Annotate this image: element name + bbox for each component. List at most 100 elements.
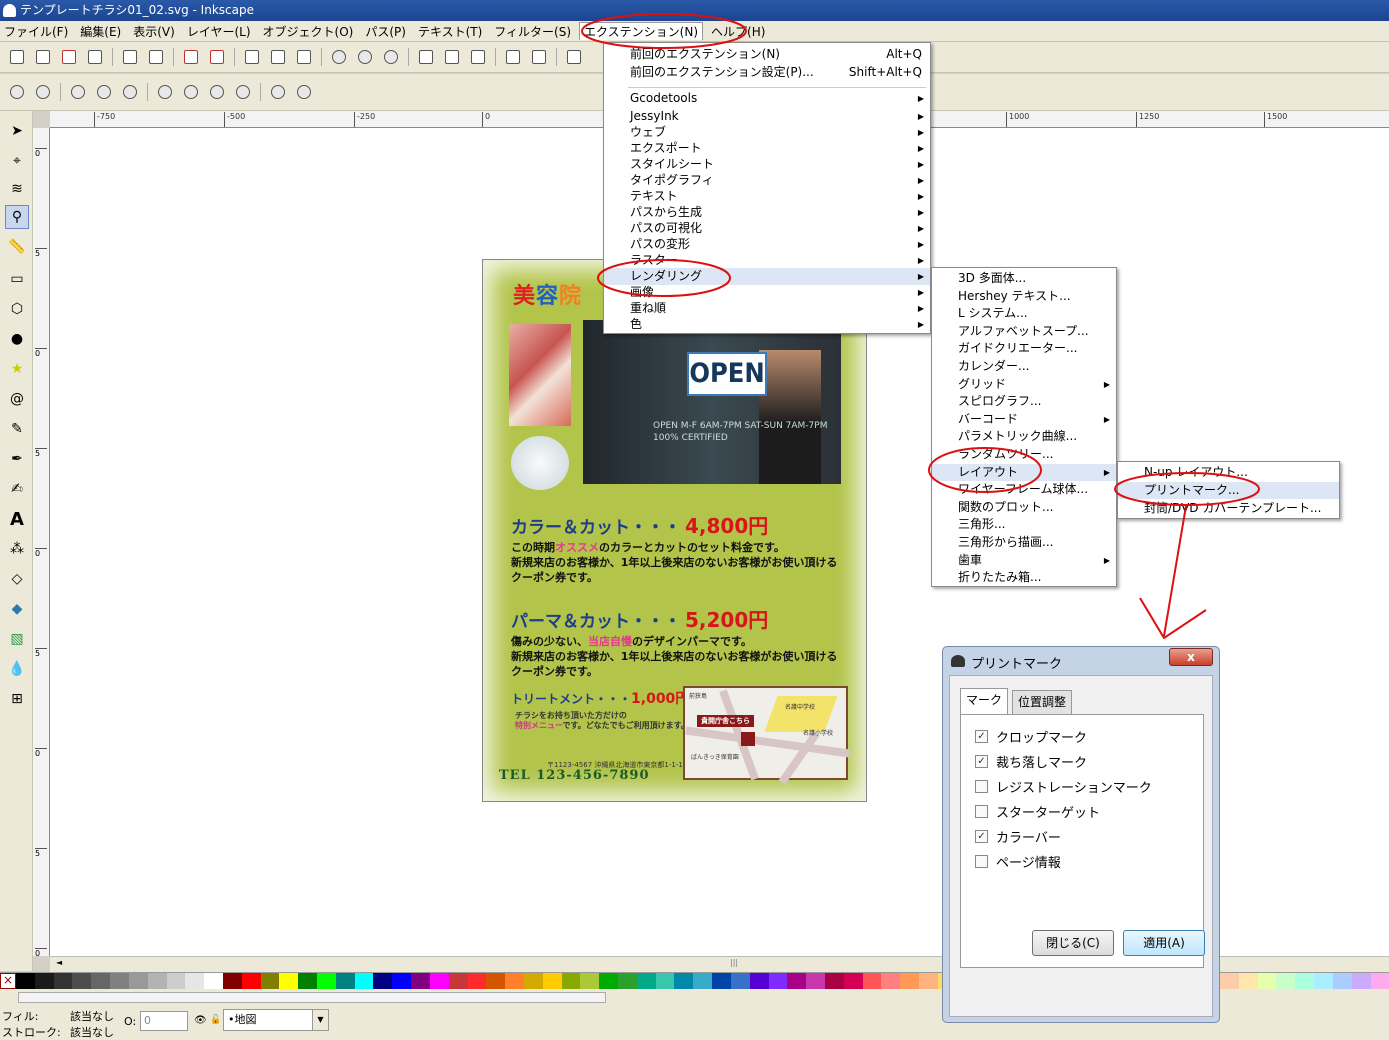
checkbox-empty-icon[interactable]: [975, 780, 988, 793]
menu-0[interactable]: ファイル(F): [0, 23, 72, 40]
color-swatch[interactable]: [147, 973, 167, 989]
menu-item[interactable]: スタイルシート ▶: [604, 156, 930, 173]
color-swatch[interactable]: [523, 973, 543, 989]
color-swatch[interactable]: [204, 973, 223, 989]
color-swatch[interactable]: [16, 973, 35, 989]
color-swatch[interactable]: [354, 973, 374, 989]
paste-icon[interactable]: [294, 47, 314, 67]
clone-icon[interactable]: [442, 47, 462, 67]
unlink-clone-icon[interactable]: [468, 47, 488, 67]
color-swatch[interactable]: [505, 973, 524, 989]
menu-8[interactable]: エクステンション(N): [579, 22, 704, 40]
measure-tool-icon[interactable]: 📏: [5, 235, 29, 259]
menu-item[interactable]: パスの変形 ▶: [604, 236, 930, 253]
menu-item[interactable]: ガイドクリエーター...: [932, 340, 1116, 357]
zoom-selection-icon[interactable]: [155, 82, 175, 102]
checkbox-checked-icon[interactable]: ✓: [975, 830, 988, 843]
menu-item[interactable]: タイポグラフィ ▶: [604, 172, 930, 189]
color-swatch[interactable]: [166, 973, 186, 989]
color-swatch[interactable]: [373, 973, 393, 989]
color-swatch[interactable]: [618, 973, 637, 989]
pencil-tool-icon[interactable]: ✎: [5, 417, 29, 441]
menu-item[interactable]: 3D 多面体...: [932, 270, 1116, 287]
tweak-tool-icon[interactable]: ≋: [5, 177, 29, 201]
zoom-in-icon[interactable]: [7, 82, 27, 102]
menu-1[interactable]: 編集(E): [76, 23, 125, 40]
opacity-input[interactable]: 0: [140, 1011, 188, 1031]
menu-item[interactable]: Gcodetools ▶: [604, 90, 930, 107]
checkbox-checked-icon[interactable]: ✓: [975, 730, 988, 743]
gradient-tool-icon[interactable]: ▧: [5, 627, 29, 651]
no-paint-swatch[interactable]: ×: [0, 973, 16, 989]
color-swatch[interactable]: [335, 973, 355, 989]
menu-item[interactable]: ワイヤーフレーム球体...: [932, 481, 1116, 498]
layer-select[interactable]: •地図 ▼: [223, 1009, 329, 1031]
calligraphy-tool-icon[interactable]: ✍: [5, 477, 29, 501]
scroll-left-icon[interactable]: ◄: [56, 958, 62, 967]
menu-item[interactable]: ランダムツリー...: [932, 446, 1116, 463]
menu-item[interactable]: レンダリング ▶: [604, 268, 930, 285]
tab-positioning[interactable]: 位置調整: [1012, 690, 1073, 714]
selector-tool-icon[interactable]: ➤: [5, 119, 29, 143]
color-swatch[interactable]: [730, 973, 750, 989]
color-swatch[interactable]: [862, 973, 882, 989]
layer-lock-icon[interactable]: 🔓: [210, 1015, 221, 1025]
zoom-drawing-icon[interactable]: [181, 82, 201, 102]
duplicate-icon[interactable]: [416, 47, 436, 67]
pen-tool-icon[interactable]: ✒: [5, 447, 29, 471]
connector-tool-icon[interactable]: ⊞: [5, 687, 29, 711]
zoom-1-2-icon[interactable]: [94, 82, 114, 102]
dropper-tool-icon[interactable]: 💧: [5, 657, 29, 681]
menu-item[interactable]: N-up レイアウト...: [1118, 464, 1339, 481]
color-swatch[interactable]: [1314, 973, 1333, 989]
save-icon[interactable]: [59, 47, 79, 67]
layer-visibility-icon[interactable]: 👁: [194, 1015, 207, 1026]
menu-item[interactable]: アルファベットスープ...: [932, 323, 1116, 340]
flyer-page[interactable]: 美容院 OPEN OPEN M-F 6AM-7PM SAT-SUN 7AM-7P…: [482, 259, 867, 802]
spiral-tool-icon[interactable]: @: [5, 387, 29, 411]
menu-item[interactable]: 前回のエクステンション設定(P)... Shift+Alt+Q: [604, 64, 930, 81]
zoom-2-1-icon[interactable]: [120, 82, 140, 102]
menu-item[interactable]: バーコード ▶: [932, 411, 1116, 428]
menu-item[interactable]: グリッド ▶: [932, 376, 1116, 393]
zoom-tool-icon[interactable]: ⚲: [5, 205, 29, 229]
color-swatch[interactable]: [317, 973, 336, 989]
color-swatch[interactable]: [712, 973, 731, 989]
color-swatch[interactable]: [580, 973, 600, 989]
menu-3[interactable]: レイヤー(L): [183, 23, 255, 40]
status-scrollbar[interactable]: [18, 992, 606, 1003]
color-swatch[interactable]: [279, 973, 299, 989]
color-swatch[interactable]: [768, 973, 788, 989]
color-swatch[interactable]: [467, 973, 487, 989]
menu-item[interactable]: レイアウト ▶: [932, 463, 1116, 481]
color-swatch[interactable]: [749, 973, 769, 989]
menu-item[interactable]: エクスポート ▶: [604, 140, 930, 157]
zoom-previous-icon[interactable]: [268, 82, 288, 102]
ungroup-icon[interactable]: [529, 47, 549, 67]
menu-7[interactable]: フィルター(S): [490, 23, 575, 40]
color-swatch[interactable]: [1276, 973, 1296, 989]
option-checkbox[interactable]: ✓ カラーバー: [975, 827, 1061, 846]
menu-4[interactable]: オブジェクト(O): [259, 23, 358, 40]
cut-icon[interactable]: [268, 47, 288, 67]
menu-item[interactable]: 関数のプロット...: [932, 499, 1116, 516]
color-swatch[interactable]: [919, 973, 938, 989]
color-swatch[interactable]: [693, 973, 713, 989]
color-swatch[interactable]: [1257, 973, 1277, 989]
star-tool-icon[interactable]: ★: [5, 357, 29, 381]
menu-item[interactable]: ウェブ ▶: [604, 124, 930, 141]
color-swatch[interactable]: [486, 973, 506, 989]
color-swatch[interactable]: [298, 973, 317, 989]
zoom-page-icon[interactable]: [207, 82, 227, 102]
option-checkbox[interactable]: ページ情報: [975, 852, 1061, 871]
color-swatch[interactable]: [34, 973, 54, 989]
menu-item[interactable]: 三角形...: [932, 516, 1116, 533]
option-checkbox[interactable]: ✓ クロップマーク: [975, 727, 1087, 746]
menu-item[interactable]: カレンダー...: [932, 358, 1116, 375]
paint-bucket-tool-icon[interactable]: ◆: [5, 597, 29, 621]
import-icon[interactable]: [120, 47, 140, 67]
tab-marks[interactable]: マーク: [960, 688, 1009, 714]
group-icon[interactable]: [503, 47, 523, 67]
color-swatch[interactable]: [72, 973, 92, 989]
menu-9[interactable]: ヘルプ(H): [707, 23, 769, 40]
